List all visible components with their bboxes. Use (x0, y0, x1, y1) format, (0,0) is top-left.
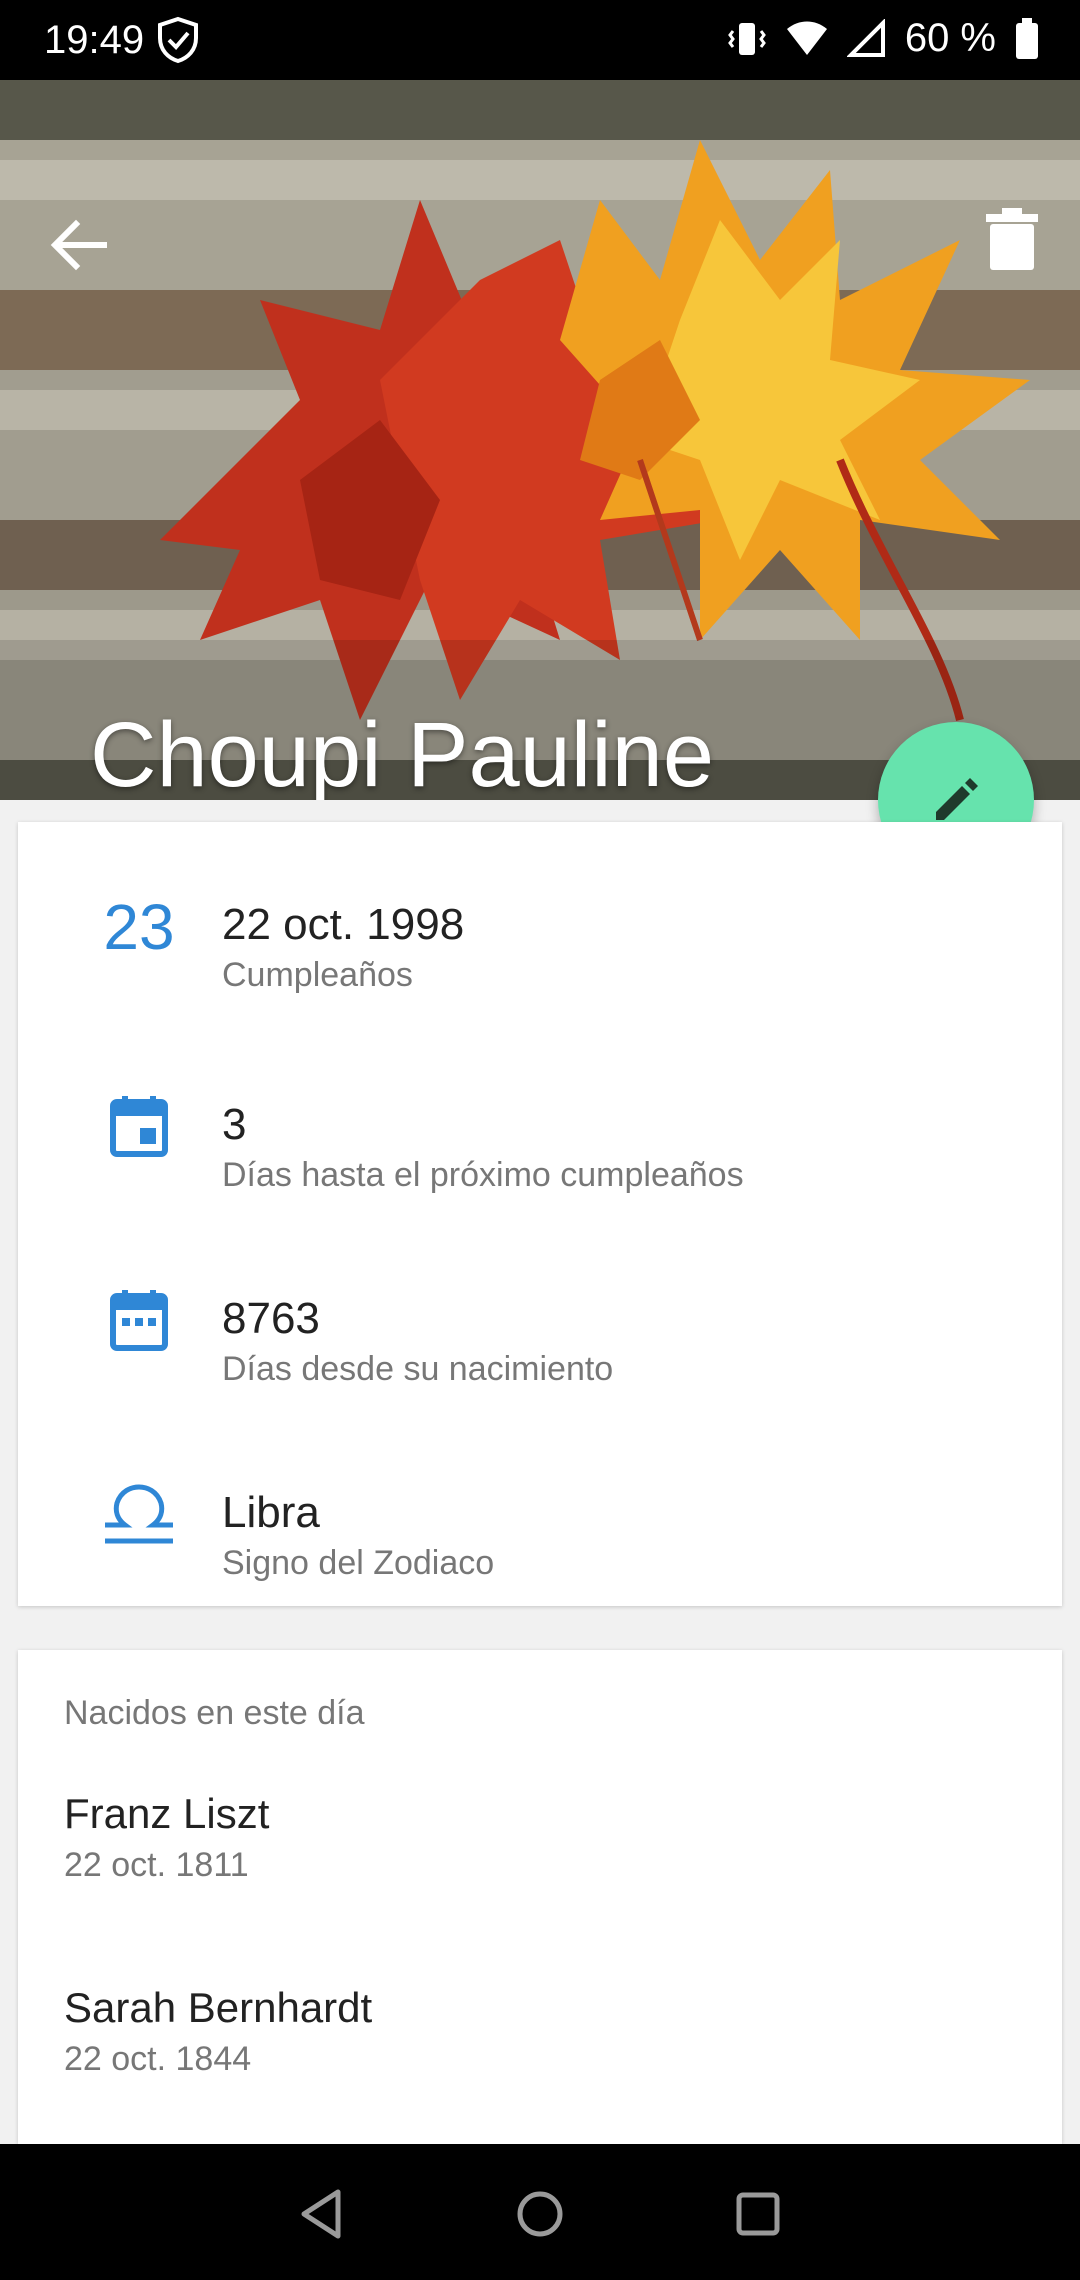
birthday-label: Cumpleaños (222, 956, 413, 994)
status-bar: 19:49 60 % (0, 0, 1080, 80)
details-card: 23 22 oct. 1998 Cumpleaños 3 Días hasta … (18, 822, 1062, 1606)
calendar-event-icon (110, 1096, 168, 1157)
back-triangle-icon[interactable] (292, 2184, 352, 2244)
person-date: 22 oct. 1844 (64, 2040, 252, 2078)
back-arrow-icon[interactable] (44, 210, 114, 280)
day-number-badge: 23 (103, 891, 175, 963)
vibrate-icon (727, 22, 766, 55)
status-time: 19:49 (44, 18, 145, 62)
days-since-label: Días desde su nacimiento (222, 1350, 614, 1388)
zodiac-value: Libra (222, 1488, 320, 1537)
recents-square-icon[interactable] (728, 2184, 788, 2244)
calendar-grid-icon (110, 1290, 168, 1351)
born-today-card: Nacidos en este día Franz Liszt 22 oct. … (18, 1650, 1062, 2144)
contact-name-title: Choupi Pauline (90, 704, 715, 800)
pencil-icon (936, 778, 978, 820)
libra-icon (105, 1484, 173, 1544)
zodiac-label: Signo del Zodiaco (222, 1544, 495, 1582)
days-since-value: 8763 (222, 1294, 320, 1343)
autumn-leaves-image (0, 80, 1080, 800)
battery-icon (1016, 17, 1038, 59)
birthday-date: 22 oct. 1998 (222, 900, 465, 949)
navigation-bar (0, 2144, 1080, 2280)
signal-icon (846, 18, 885, 57)
days-since-row[interactable]: 8763 Días desde su nacimiento (18, 1246, 1062, 1396)
trash-icon[interactable] (984, 208, 1040, 272)
person-name: Sarah Bernhardt (64, 1984, 373, 2031)
birthday-row[interactable]: 23 22 oct. 1998 Cumpleaños (18, 852, 1062, 1002)
days-until-row[interactable]: 3 Días hasta el próximo cumpleaños (18, 1052, 1062, 1202)
header: Choupi Pauline (0, 80, 1080, 800)
wifi-icon (786, 21, 827, 55)
person-date: 22 oct. 1811 (64, 1846, 249, 1884)
days-until-label: Días hasta el próximo cumpleaños (222, 1156, 744, 1194)
home-circle-icon[interactable] (510, 2184, 570, 2244)
battery-percent: 60 % (904, 16, 996, 60)
shield-icon (158, 16, 198, 64)
zodiac-row[interactable]: Libra Signo del Zodiaco (18, 1440, 1062, 1590)
born-today-header: Nacidos en este día (64, 1694, 365, 1732)
days-until-value: 3 (222, 1100, 247, 1149)
person-name: Franz Liszt (64, 1790, 270, 1837)
